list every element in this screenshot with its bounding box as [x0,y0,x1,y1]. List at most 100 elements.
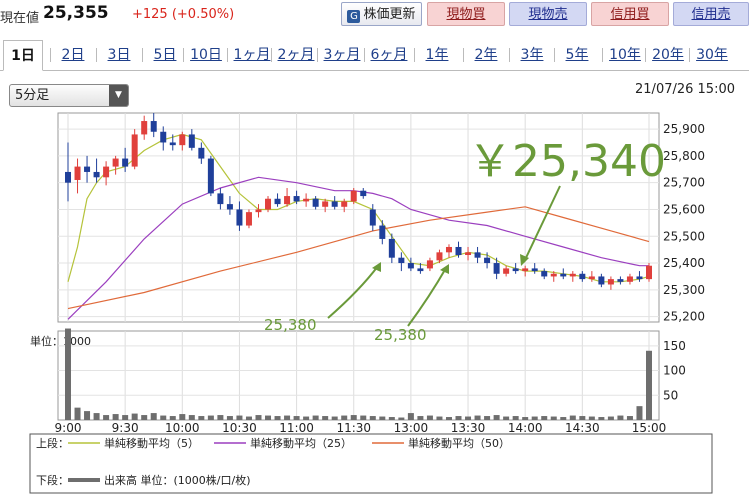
volume-bar [531,416,538,420]
volume-y-tick-label: 100 [663,364,686,378]
volume-bar [84,411,91,420]
candle-body [303,198,310,202]
candle-body [512,268,519,272]
y-tick-label: 25,700 [663,176,705,190]
y-tick-label: 25,600 [663,202,705,216]
candle-body [93,171,100,178]
annotation-low1: 25,380 [264,316,317,334]
candle-body [122,158,129,167]
candle-body [131,134,138,167]
legend-sma25: 単純移動平均（25） [250,436,352,450]
volume-bar [388,417,395,420]
legend-sma5: 単純移動平均（5） [104,436,199,450]
volume-bar [436,416,443,420]
volume-bar [293,416,300,420]
candle-body [379,225,386,239]
candle-body [426,260,433,269]
annotation-low2: 25,380 [374,326,427,344]
x-tick-label: 10:00 [165,421,200,435]
y-tick-label: 25,300 [663,283,705,297]
candle-body [312,198,319,207]
candle-body [417,268,424,272]
x-tick-label: 13:00 [394,421,429,435]
x-tick-label: 13:30 [451,421,486,435]
volume-y-tick-label: 50 [663,388,678,402]
volume-bar [274,416,281,420]
volume-bar [360,415,367,420]
stock-chart: 9:00 9:30 10:00 10:30 11:00 11:30 13:00 13:30 14… [29,112,713,494]
candle-body [617,279,624,282]
volume-bar [550,416,557,420]
candle-body [626,276,633,282]
volume-bar [65,328,71,420]
x-tick-label: 11:00 [279,421,314,435]
candle-body [484,257,491,264]
x-tick-label: 14:30 [565,421,600,435]
y-tick-label: 25,200 [663,310,705,324]
volume-bar [417,416,424,420]
volume-bar [312,415,319,420]
volume-bar [455,416,462,420]
volume-bar [322,416,329,420]
y-tick-label: 25,400 [663,256,705,270]
candle-body [445,246,452,253]
candle-body [236,209,243,226]
volume-bar [103,415,110,420]
candle-body [569,273,576,277]
y-tick-label: 25,900 [663,122,705,136]
candle-body [646,265,652,280]
candle-body [169,142,176,146]
volume-bar [379,416,386,420]
y-tick-label: 25,500 [663,229,705,243]
volume-bar [179,414,186,420]
volume-bar [407,413,414,420]
candle-body [217,193,224,205]
volume-bar [265,415,272,420]
candle-body [112,158,119,167]
volume-bar [217,415,224,420]
volume-bar [236,415,243,420]
x-tick-label: 11:30 [336,421,371,435]
volume-y-tick-label: 150 [663,339,686,353]
candle-body [455,246,462,256]
candle-body [369,209,376,226]
volume-bar [503,416,510,420]
volume-panel [57,330,660,421]
volume-bar [541,416,548,420]
volume-bar [131,413,138,420]
candle-body [74,166,81,180]
candle-body [84,166,91,172]
candle-body [274,198,281,205]
volume-bar [398,417,405,420]
candle-body [503,268,510,274]
candle-body [265,198,272,210]
volume-bar [74,407,81,420]
candle-body [150,121,157,132]
volume-bar [303,416,310,420]
annotation-price: ￥25,340 [468,136,666,187]
volume-bar [617,415,624,420]
volume-bar [112,414,119,420]
volume-bar [160,415,167,420]
volume-bar [226,416,233,420]
x-tick-label: 14:00 [508,421,543,435]
volume-bar [445,417,452,420]
candle-body [226,204,233,210]
candle-body [541,271,548,277]
volume-bar [646,350,652,420]
volume-bar [607,416,614,420]
legend-volume: 出来高 単位：(1000株/口/枚) [104,473,251,487]
candle-body [245,212,252,226]
candle-body [331,201,338,207]
volume-bar [598,417,605,420]
candle-body [407,263,414,269]
candle-body [255,209,262,213]
candle-body [179,134,186,146]
volume-bar [150,413,157,420]
legend-sma50: 単純移動平均（50） [408,436,510,450]
candle-body [198,147,205,159]
legend-lower-label: 下段： [36,473,69,487]
volume-bar [369,416,376,420]
candle-body [388,238,395,258]
candle-body [550,273,557,277]
